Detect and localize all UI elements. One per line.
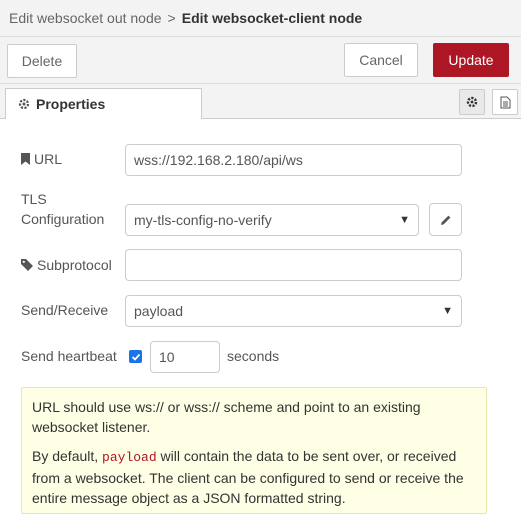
tray-header: Edit websocket out node > Edit websocket-c… <box>0 0 521 37</box>
gear-icon <box>18 98 30 110</box>
gear-icon <box>466 96 478 108</box>
tab-properties-label: Properties <box>36 96 106 112</box>
delete-button[interactable]: Delete <box>7 44 77 78</box>
tls-label-line1: TLS <box>21 191 47 207</box>
subprotocol-label: Subprotocol <box>21 257 112 273</box>
bookmark-icon <box>21 153 30 165</box>
tabs-bar: Properties <box>0 84 521 119</box>
properties-tab-button[interactable] <box>459 89 485 115</box>
chevron-down-icon: ▼ <box>399 214 410 226</box>
send-receive-label: Send/Receive <box>21 302 109 318</box>
subprotocol-input[interactable] <box>125 249 462 281</box>
send-receive-value: payload <box>134 303 184 319</box>
document-icon <box>500 96 510 108</box>
tag-icon <box>21 259 33 271</box>
payload-code: payload <box>102 450 157 465</box>
description-tab-button[interactable] <box>492 89 518 115</box>
check-icon <box>131 353 140 361</box>
tls-config-select[interactable]: my-tls-config-no-verify ▼ <box>125 204 419 236</box>
breadcrumb-parent[interactable]: Edit websocket out node <box>9 10 162 26</box>
cancel-button[interactable]: Cancel <box>344 43 418 77</box>
breadcrumb-current: Edit websocket-client node <box>181 10 363 26</box>
edit-tls-config-button[interactable] <box>429 203 462 236</box>
send-receive-select[interactable]: payload ▼ <box>125 295 462 327</box>
tab-properties[interactable]: Properties <box>5 88 202 119</box>
url-label: URL <box>21 151 62 167</box>
tray-toolbar: Delete Cancel Update <box>0 37 521 84</box>
pencil-icon <box>440 215 450 225</box>
heartbeat-checkbox[interactable] <box>129 350 142 363</box>
heartbeat-input[interactable]: 10 <box>150 341 220 373</box>
tls-config-value: my-tls-config-no-verify <box>134 212 272 228</box>
tip-paragraph-2: By default, payload will contain the dat… <box>32 448 464 506</box>
tip-paragraph-1: URL should use ws:// or wss:// scheme an… <box>32 399 421 435</box>
url-input[interactable]: wss://192.168.2.180/api/ws <box>125 144 462 176</box>
breadcrumb-separator: > <box>167 10 176 26</box>
chevron-down-icon: ▼ <box>442 305 453 317</box>
update-button[interactable]: Update <box>433 43 509 77</box>
breadcrumb: Edit websocket out node > Edit websocket-c… <box>9 10 362 26</box>
heartbeat-label: Send heartbeat <box>21 348 117 364</box>
heartbeat-unit: seconds <box>227 348 280 364</box>
properties-panel: URL wss://192.168.2.180/api/ws TLS Confi… <box>0 119 521 524</box>
help-tip: URL should use ws:// or wss:// scheme an… <box>21 387 487 514</box>
tls-label-line2: Configuration <box>21 211 105 227</box>
